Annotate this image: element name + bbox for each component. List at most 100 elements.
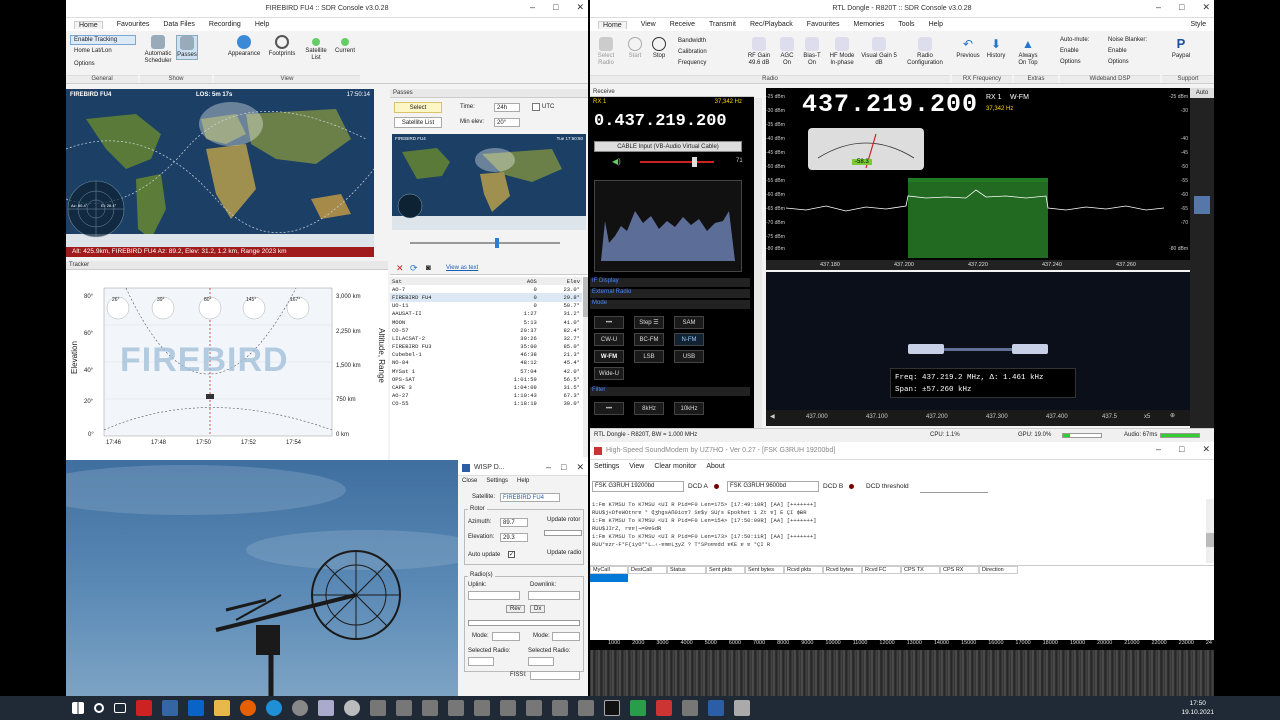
tab-memories[interactable]: Memories [853, 21, 884, 28]
waterfall-panel[interactable]: Freq: 437.219.2 MHz, Δ: 1.461 kHz Span: … [766, 272, 1190, 410]
current-button[interactable]: Current [332, 35, 358, 55]
auto-mute-enable[interactable]: Enable [1060, 46, 1089, 57]
tab-favourites[interactable]: Favourites [117, 21, 150, 28]
if-display-header[interactable]: IF Display [590, 278, 750, 287]
mode-usb[interactable]: USB [674, 350, 704, 363]
filter-10khz[interactable]: 10kHz [674, 402, 704, 415]
app-icon[interactable] [448, 700, 464, 716]
outlook-icon[interactable] [188, 700, 204, 716]
wisp-menu-close[interactable]: Close [462, 478, 477, 484]
step-button[interactable]: Step ☰ [634, 316, 664, 329]
table-row[interactable]: CO-55 1:18:19 30.0° [390, 400, 582, 408]
refresh-icon[interactable]: ⟳ [410, 263, 418, 274]
passes-button[interactable]: Passes [176, 35, 198, 60]
update-rotor-slider[interactable] [544, 530, 582, 536]
noise-blanker-enable[interactable]: Enable [1108, 46, 1147, 57]
file-explorer-icon[interactable] [214, 700, 230, 716]
firefox-icon[interactable] [240, 700, 256, 716]
col-rcvd-pkts[interactable]: Rcvd pkts [784, 566, 823, 574]
windows-start-icon[interactable] [72, 702, 84, 714]
ship-icon[interactable] [318, 700, 334, 716]
mode-w-fm[interactable]: W-FM [594, 350, 624, 363]
settings-gear-icon[interactable] [344, 700, 360, 716]
calibration-button[interactable]: Calibration [678, 47, 707, 58]
minimize-icon[interactable]: – [530, 2, 535, 13]
search-icon[interactable] [94, 703, 104, 713]
table-row[interactable]: Cubebel-1 46:38 21.3° [390, 351, 582, 359]
external-radio-header[interactable]: External Radio [590, 289, 750, 298]
close-icon[interactable]: ✕ [576, 2, 584, 13]
task-view-icon[interactable] [114, 703, 126, 713]
mode-header[interactable]: Mode [590, 300, 750, 309]
wisp-menu-settings[interactable]: Settings [486, 478, 508, 484]
small-frequency-display[interactable]: 0.437.219.200 [594, 112, 727, 131]
mode-n-fm[interactable]: N-FM [674, 333, 704, 346]
azimuth-field[interactable]: 89.7 [500, 518, 528, 527]
system-clock[interactable]: 17:50 19.10.2021 [1181, 699, 1214, 717]
app-icon[interactable] [682, 700, 698, 716]
scrollbar-thumb[interactable] [1206, 533, 1214, 547]
green-app-icon[interactable] [630, 700, 646, 716]
table-row[interactable]: CO-57 20:37 82.4° [390, 326, 582, 334]
table-row[interactable]: OPS-SAT 1:01:59 56.5° [390, 375, 582, 383]
minimize-icon[interactable]: – [546, 462, 551, 473]
options-button[interactable]: Options [74, 61, 95, 67]
start-button[interactable]: Start [624, 37, 646, 60]
wisp-icon[interactable] [708, 700, 724, 716]
col-rcvd-fc[interactable]: Rcvd FC [862, 566, 901, 574]
scrollbar-thumb[interactable] [583, 277, 588, 317]
level-bar[interactable]: Auto [1190, 88, 1214, 428]
delete-icon[interactable]: ✕ [396, 263, 404, 274]
tab-help[interactable]: Help [929, 21, 943, 28]
passes-slider-thumb[interactable] [495, 238, 499, 248]
table-row[interactable]: UO-11 0 50.7° [390, 302, 582, 310]
passes-satellite-list-button[interactable]: Satellite List [394, 117, 442, 128]
selected-radio-up[interactable] [468, 657, 494, 666]
col-rcvd-bytes[interactable]: Rcvd bytes [823, 566, 862, 574]
mode-up-field[interactable] [492, 632, 520, 641]
bottom-freq-bar[interactable]: ◀ 437.000 437.100 437.200 437.300 437.40… [766, 410, 1190, 426]
menu-view[interactable]: View [629, 463, 644, 470]
minimize-icon[interactable]: – [1156, 444, 1161, 455]
tab-home[interactable]: Home [598, 20, 627, 29]
app-icon[interactable] [500, 700, 516, 716]
radio-configuration-button[interactable]: Radio Configuration [902, 37, 948, 67]
always-on-top-button[interactable]: ▲ Always On Top [1014, 37, 1042, 67]
table-row-selected[interactable] [590, 574, 628, 582]
col-mycall[interactable]: MyCall [590, 566, 628, 574]
rf-gain-button[interactable]: RF Gain 49.6 dB [742, 37, 776, 67]
frequency-button[interactable]: Frequency [678, 58, 707, 69]
tab-rec-playback[interactable]: Rec/Playback [750, 21, 793, 28]
save-app-icon[interactable] [162, 700, 178, 716]
filter-more-button[interactable]: ••• [594, 402, 624, 415]
col-sent-bytes[interactable]: Sent bytes [745, 566, 784, 574]
auto-button[interactable]: Auto [1190, 88, 1214, 98]
satellite-list-button[interactable]: Satellite List [302, 35, 330, 62]
minelev-select[interactable]: 20° [494, 118, 520, 127]
soundmodem-icon[interactable] [656, 700, 672, 716]
table-row[interactable]: LILACSAT-2 30:26 32.7° [390, 334, 582, 342]
rev-button[interactable]: Rev [506, 605, 525, 613]
app-icon[interactable] [474, 700, 490, 716]
mode-cw-u[interactable]: CW-U [594, 333, 624, 346]
maximize-icon[interactable]: □ [1179, 444, 1184, 455]
freq-slider[interactable] [468, 620, 580, 626]
minimize-icon[interactable]: – [1156, 2, 1161, 13]
app-icon[interactable] [370, 700, 386, 716]
view-as-text-link[interactable]: View as text [446, 265, 478, 271]
tab-help[interactable]: Help [255, 21, 269, 28]
app-icon[interactable] [578, 700, 594, 716]
col-sat[interactable]: Sat [390, 277, 482, 285]
selected-radio-down[interactable] [528, 657, 554, 666]
mode-sam[interactable]: SAM [674, 316, 704, 329]
dx-button[interactable]: Dx [530, 605, 546, 613]
table-row[interactable]: FIREBIRD FU3 35:00 85.0° [390, 343, 582, 351]
modem-a-select[interactable]: FSK G3RUH 19200bd [592, 481, 684, 492]
app-icon[interactable] [422, 700, 438, 716]
hf-mode-button[interactable]: HF Mode In-phase [826, 37, 858, 67]
auto-update-checkbox[interactable]: ✓ [508, 551, 515, 558]
volume-thumb[interactable] [692, 157, 697, 167]
maximize-icon[interactable]: □ [553, 2, 558, 13]
mode-lsb[interactable]: LSB [634, 350, 664, 363]
menu-about[interactable]: About [706, 463, 724, 470]
